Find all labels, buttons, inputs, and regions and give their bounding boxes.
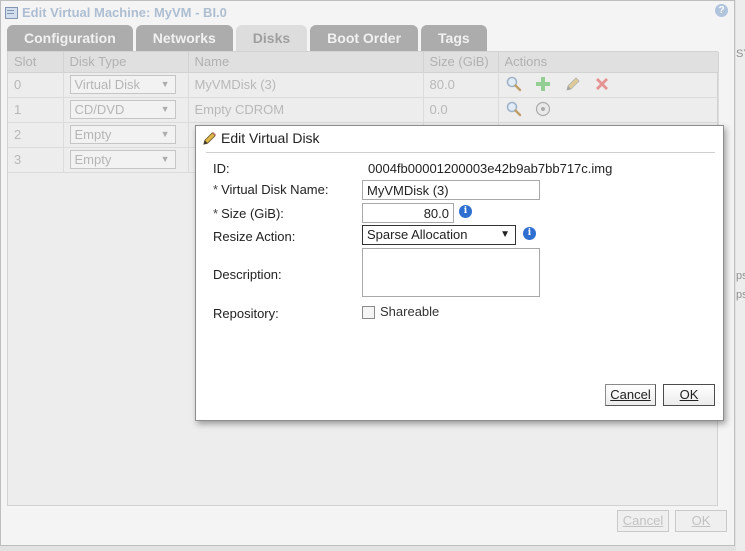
- resize-info-icon[interactable]: i: [523, 227, 536, 240]
- size-info-icon[interactable]: i: [459, 205, 472, 218]
- dropdown-arrow-icon: ▼: [500, 229, 510, 240]
- ok-button[interactable]: OK: [663, 384, 715, 406]
- resize-action-select[interactable]: Sparse Allocation ▼: [362, 225, 516, 245]
- description-label: Description:: [213, 267, 282, 282]
- id-value: 0004fb00001200003e42b9ab7bb717c.img: [368, 161, 613, 176]
- required-marker: *: [213, 206, 219, 221]
- resize-action-label: Resize Action:: [213, 229, 296, 244]
- shareable-checkbox[interactable]: [362, 306, 375, 319]
- id-label: ID:: [213, 161, 230, 176]
- disk-name-input[interactable]: [362, 180, 540, 200]
- dialog-header: Edit Virtual Disk: [196, 126, 723, 150]
- description-textarea[interactable]: [362, 248, 540, 297]
- resize-action-value: Sparse Allocation: [367, 227, 468, 242]
- header-divider: [206, 152, 715, 153]
- disk-name-label: * Virtual Disk Name:: [213, 182, 328, 197]
- repository-label: Repository:: [213, 306, 279, 321]
- size-input[interactable]: [362, 203, 454, 223]
- size-label-text: Size (GiB):: [221, 206, 284, 221]
- size-label: * Size (GiB):: [213, 206, 284, 221]
- shareable-label[interactable]: Shareable: [380, 304, 439, 319]
- cancel-button[interactable]: Cancel: [605, 384, 656, 406]
- required-marker: *: [213, 182, 219, 197]
- edit-virtual-disk-dialog: Edit Virtual Disk ID: 0004fb00001200003e…: [195, 125, 724, 421]
- pencil-icon: [202, 131, 217, 146]
- disk-name-label-text: Virtual Disk Name:: [221, 182, 329, 197]
- dialog-title: Edit Virtual Disk: [221, 130, 320, 146]
